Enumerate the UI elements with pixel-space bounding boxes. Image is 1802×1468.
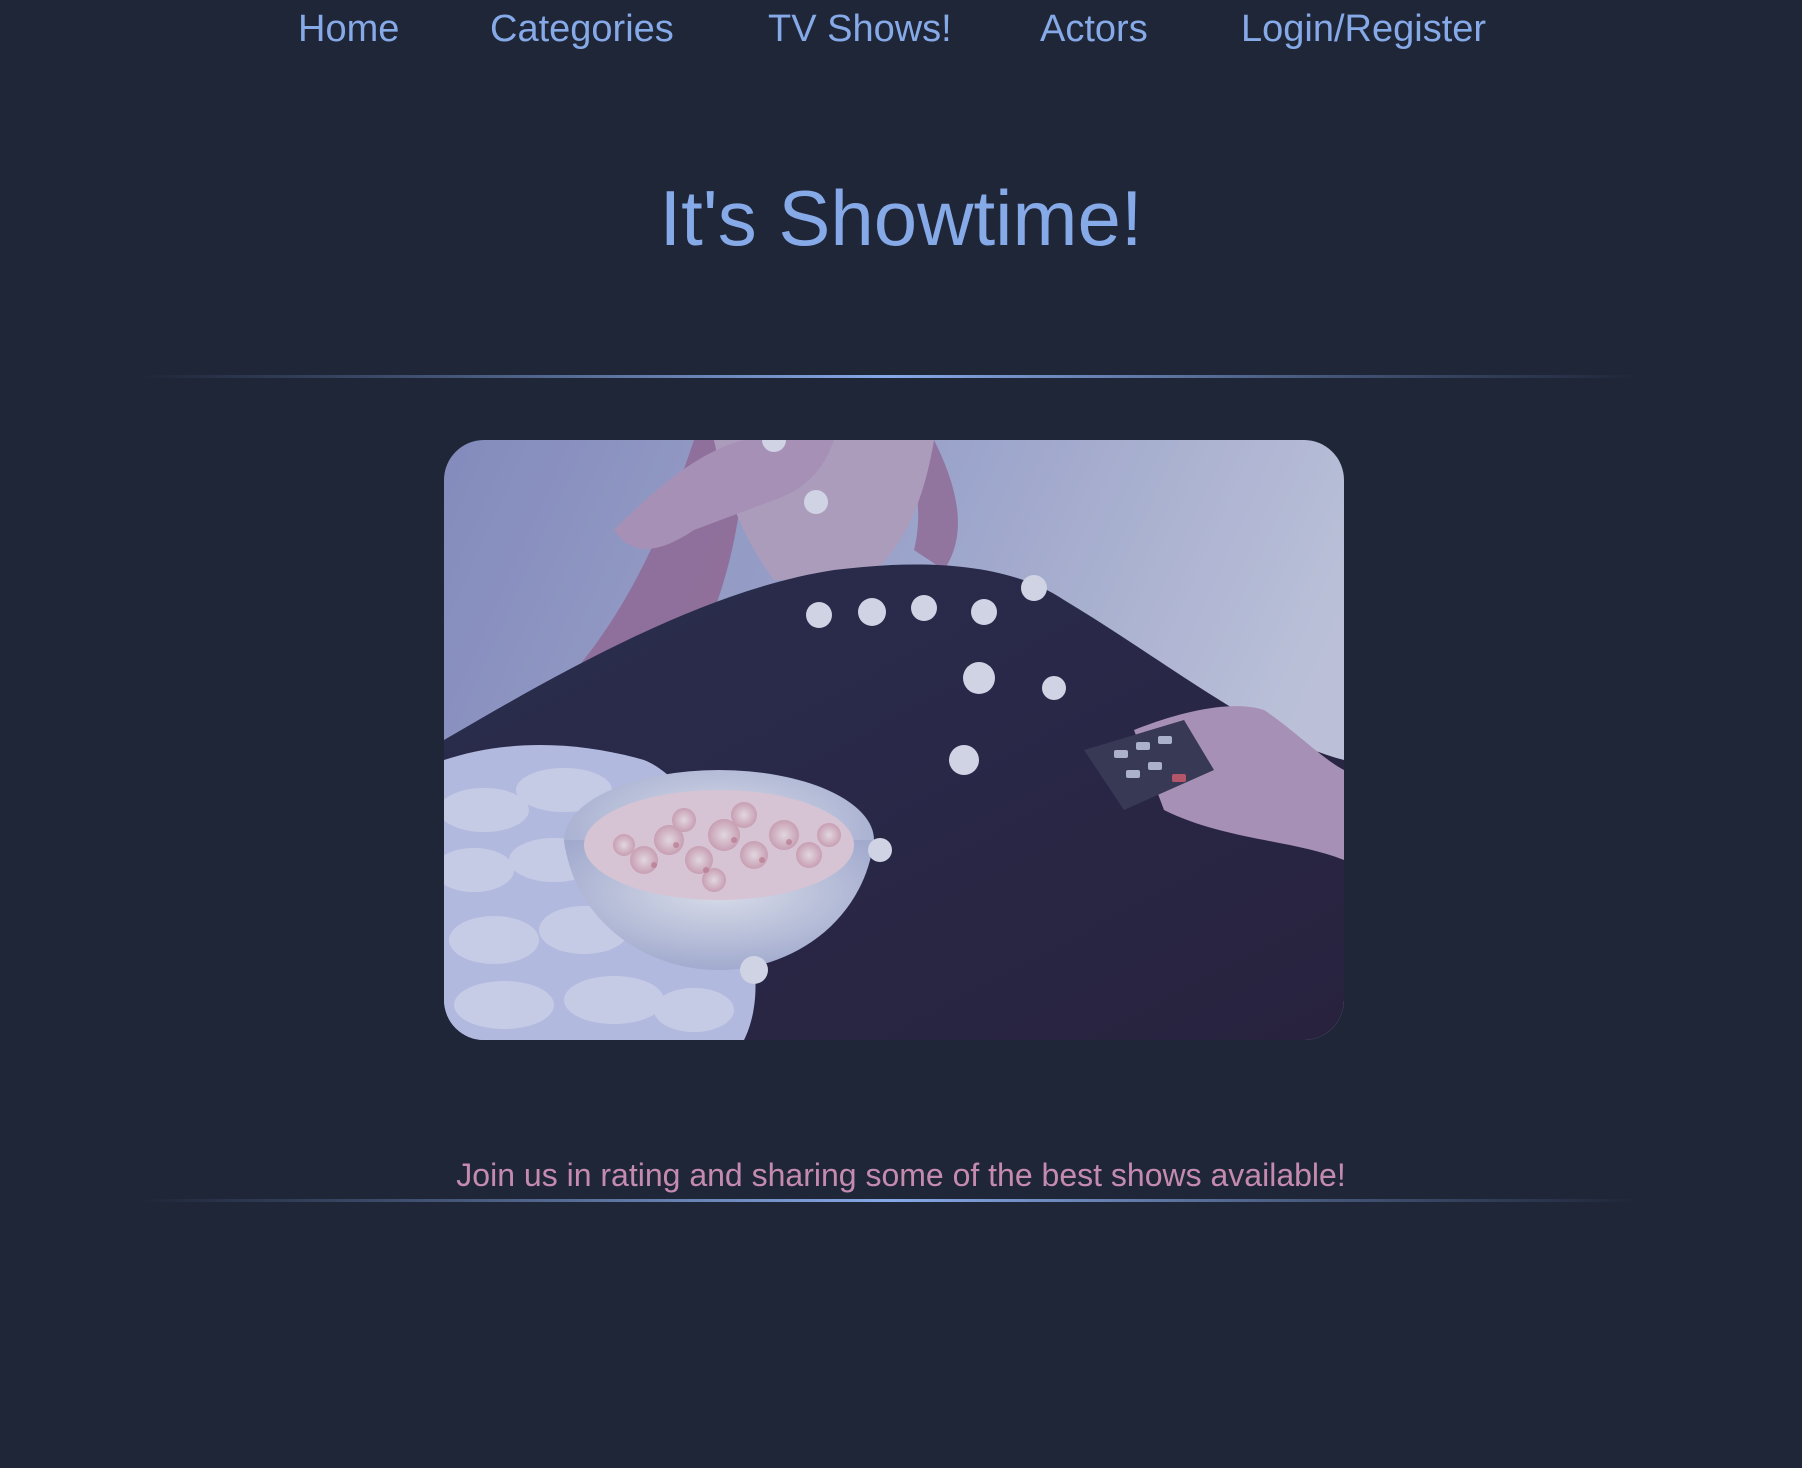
tagline: Join us in rating and sharing some of th… <box>456 1157 1346 1193</box>
main-nav: Home Categories TV Shows! Actors Login/R… <box>0 0 1802 60</box>
hero-image <box>444 440 1344 1040</box>
divider-top <box>140 375 1640 378</box>
hero-illustration <box>444 440 1344 1040</box>
nav-link-tv-shows[interactable]: TV Shows! <box>768 6 952 52</box>
divider-bottom <box>140 1199 1640 1202</box>
nav-link-login-register[interactable]: Login/Register <box>1241 6 1486 52</box>
nav-link-actors[interactable]: Actors <box>1040 6 1148 52</box>
nav-link-home[interactable]: Home <box>298 6 399 52</box>
page: Home Categories TV Shows! Actors Login/R… <box>0 0 1802 1468</box>
page-title: It's Showtime! <box>659 174 1143 262</box>
nav-link-categories[interactable]: Categories <box>490 6 674 52</box>
